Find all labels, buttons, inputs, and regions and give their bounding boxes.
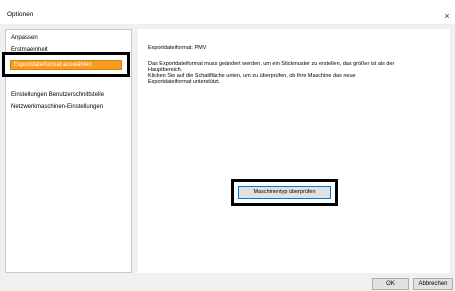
sidebar-item-exportdateiformat[interactable]: Exportdateiformat auswählen <box>10 60 122 70</box>
description-line: Exportdateiformat unterstützt. <box>148 79 221 85</box>
sidebar-item-label: Netzwerkmaschinen-Einstellungen <box>11 104 104 110</box>
options-dialog: Optionen × Anpassen Erstmaeinheit Einste… <box>0 0 455 291</box>
description-text: Das Exportdateiformat muss geändert werd… <box>148 61 438 85</box>
ok-button[interactable]: OK <box>372 278 409 290</box>
close-icon[interactable]: × <box>439 10 455 22</box>
main-panel: Exportdateiformat: PMV Das Exportdateifo… <box>138 29 450 273</box>
cancel-button[interactable]: Abbrechen <box>413 278 453 290</box>
sidebar-highlight-frame: Exportdateiformat auswählen <box>2 52 130 77</box>
title-bar: Optionen × <box>0 0 455 24</box>
check-machine-type-button[interactable]: Maschinentyp überprüfen <box>238 186 331 199</box>
dialog-footer: OK Abbrechen <box>0 276 455 291</box>
dialog-title: Optionen <box>7 11 34 18</box>
check-button-highlight-frame: Maschinentyp überprüfen <box>231 179 338 206</box>
sidebar-item-anpassen[interactable]: Anpassen <box>11 33 38 44</box>
sidebar-item-netzwerkmaschinen-einstellungen[interactable]: Netzwerkmaschinen-Einstellungen <box>11 91 103 110</box>
export-format-label: Exportdateiformat: PMV <box>148 45 207 51</box>
